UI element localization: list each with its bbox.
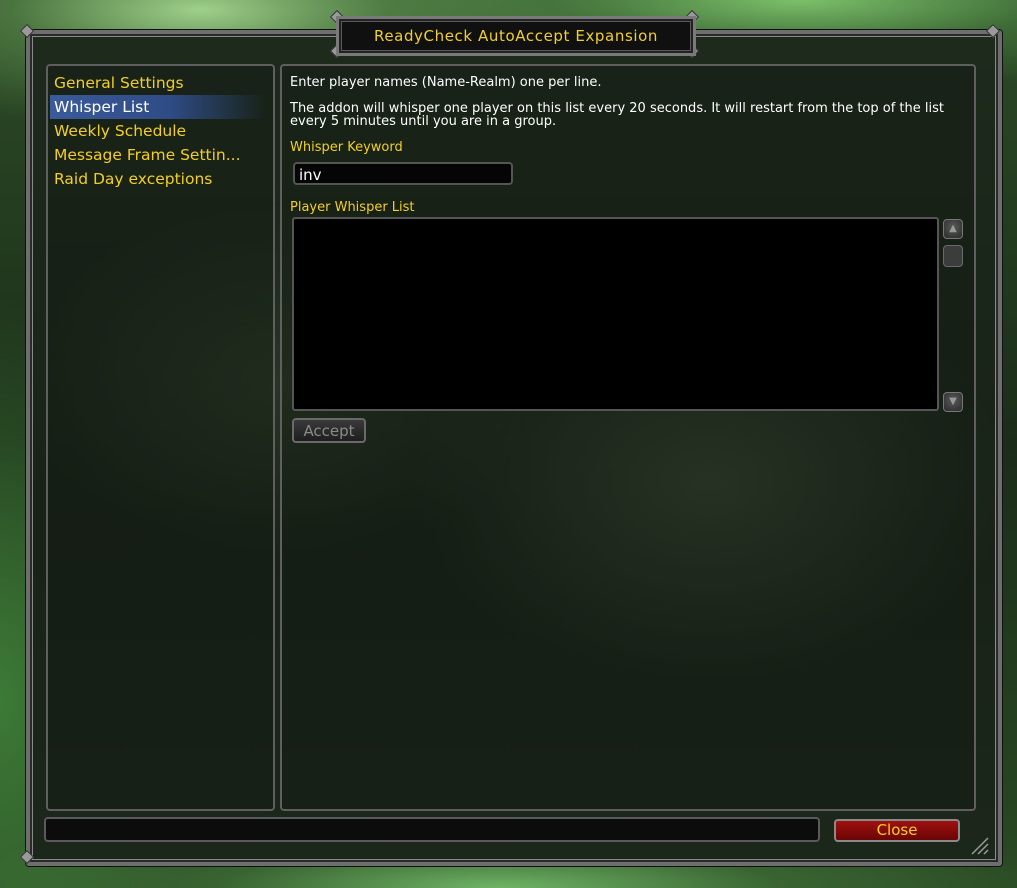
window-title: ReadyCheck AutoAccept Expansion: [373, 27, 659, 45]
whisper-keyword-label: Whisper Keyword: [290, 140, 403, 155]
accept-button[interactable]: Accept: [292, 418, 366, 443]
scroll-up-icon[interactable]: ▲: [943, 219, 963, 239]
sidebar-item-raid-day-exceptions[interactable]: Raid Day exceptions: [54, 167, 266, 191]
player-whisper-list-textarea[interactable]: [292, 217, 939, 411]
scroll-down-icon[interactable]: ▼: [943, 392, 963, 412]
player-whisper-list-label: Player Whisper List: [290, 200, 415, 215]
sidebar-item-whisper-list[interactable]: Whisper List: [50, 95, 266, 119]
resize-grip-icon[interactable]: [968, 834, 990, 856]
sidebar-item-message-frame-settings[interactable]: Message Frame Settin...: [54, 143, 266, 167]
scrollbar-thumb[interactable]: [943, 245, 963, 267]
explain-text-line-2: every 5 minutes until you are in a group…: [290, 114, 557, 129]
whisper-keyword-input[interactable]: inv: [293, 162, 513, 185]
sidebar-item-general-settings[interactable]: General Settings: [54, 71, 266, 95]
close-button[interactable]: Close: [834, 819, 960, 842]
window-title-bar[interactable]: ReadyCheck AutoAccept Expansion: [336, 16, 696, 56]
sidebar-item-weekly-schedule[interactable]: Weekly Schedule: [54, 119, 266, 143]
intro-text: Enter player names (Name-Realm) one per …: [290, 75, 602, 90]
status-bar: [44, 817, 820, 842]
